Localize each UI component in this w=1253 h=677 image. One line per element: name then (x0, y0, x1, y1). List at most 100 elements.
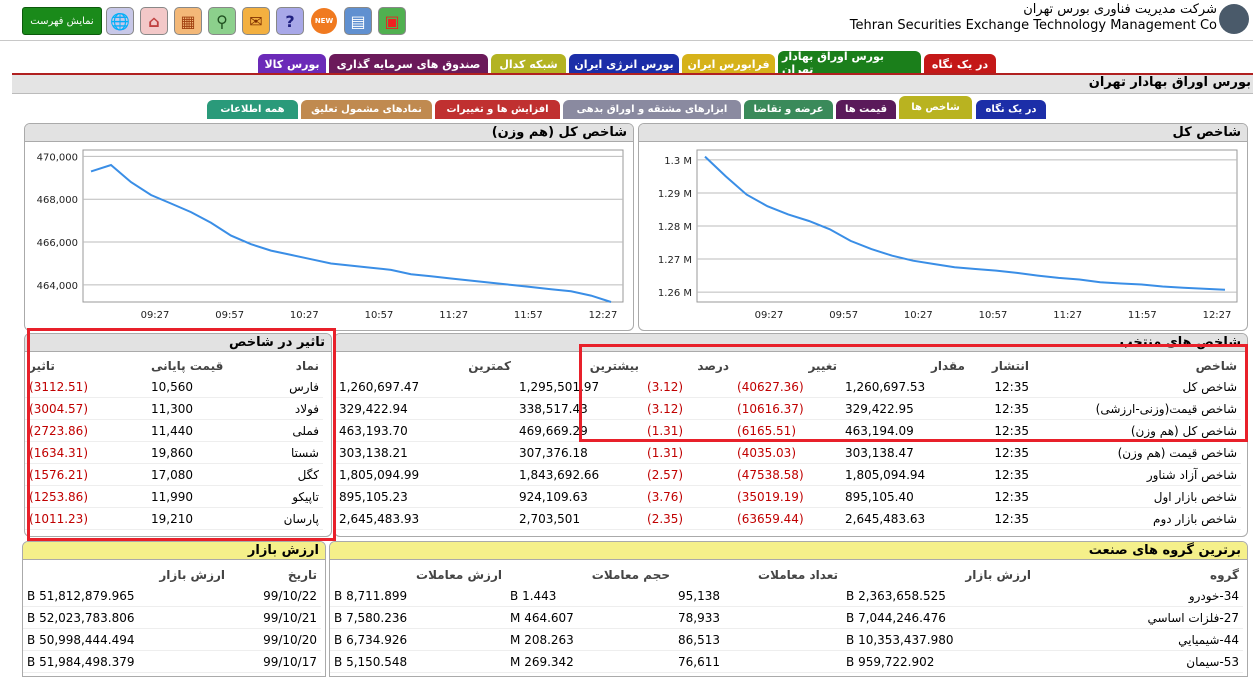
total-index-chart: 1.26 M 1.27 M 1.28 M 1.29 M 1.3 M 09:27 09:57 1… (658, 149, 1238, 321)
top-groups-panel: برترین گروه های صنعت گروه ارزش بازار تعد… (329, 541, 1248, 677)
group-market-value: 10,353,437.980 B (842, 628, 1035, 651)
index-low: 895,105.23 (335, 485, 515, 508)
y-tick-label: 1.28 M (658, 222, 692, 233)
group-market-value: 7,044,246.476 B (842, 606, 1035, 629)
new-badge: NEW (311, 8, 337, 34)
index-name: شاخص قیمت (هم وزن) (1033, 441, 1241, 464)
y-tick-label: 468,000 (37, 195, 78, 206)
index-row[interactable]: شاخص آزاد شناور 12:35 1,805,094.94 (47538.5… (335, 463, 1241, 486)
index-time: 12:35 (969, 507, 1033, 530)
tab-supply-demand[interactable]: عرضه و تقاضا (744, 100, 833, 119)
x-tick-label: 11:57 (514, 310, 543, 321)
index-percent: (2.35) (643, 507, 733, 530)
x-tick-label: 09:57 (215, 310, 244, 321)
col-total-value: ارزش بازار (159, 567, 225, 582)
search-icon[interactable]: ⚲ (208, 7, 236, 35)
grid-icon[interactable]: ▣ (378, 7, 406, 35)
market-value-row[interactable]: 99/10/22 51,812,879.965 B (23, 585, 321, 607)
group-volume: 464.607 M (506, 606, 674, 629)
group-row[interactable]: 27-فلزات اساسي 7,044,246.476 B 78,933 464.6… (330, 606, 1243, 629)
x-tick-label: 10:57 (979, 310, 1008, 321)
market-tab-commodity[interactable]: بورس کالا (258, 54, 326, 74)
tab-overview[interactable]: در یک نگاه (976, 100, 1046, 119)
market-value-amount: 52,023,783.806 B (23, 606, 229, 629)
group-name: 27-فلزات اساسي (1035, 606, 1243, 629)
table-icon[interactable]: ▦ (174, 7, 202, 35)
x-tick-label: 09:57 (829, 310, 858, 321)
index-value: 2,645,483.63 (841, 507, 969, 530)
market-value-panel: ارزش بازار تاریخ ارزش بازار 99/10/22 51,8… (22, 541, 326, 677)
company-name-fa: شرکت مدیریت فناوری بورس تهران (1023, 2, 1217, 17)
market-value-row[interactable]: 99/10/17 51,984,498.379 B (23, 650, 321, 673)
message-icon[interactable]: ✉ (242, 7, 270, 35)
col-market-value: ارزش بازار (965, 567, 1031, 582)
index-value: 1,805,094.94 (841, 463, 969, 486)
tab-prices[interactable]: قیمت ها (836, 100, 896, 119)
index-time: 12:35 (969, 441, 1033, 464)
market-value-row[interactable]: 99/10/20 50,998,444.494 B (23, 628, 321, 651)
tab-all-info[interactable]: همه اطلاعات (207, 100, 298, 119)
index-percent: (2.57) (643, 463, 733, 486)
page-title: بورس اوراق بهادار تهران (1088, 75, 1251, 90)
market-value-row[interactable]: 99/10/21 52,023,783.806 B (23, 606, 321, 629)
market-tab-ifb[interactable]: فرابورس ایران (682, 54, 775, 74)
index-high: 307,376.18 (515, 441, 643, 464)
globe-icon[interactable]: 🌐 (106, 7, 134, 35)
company-name: شرکت مدیریت فناوری بورس تهران Tehran Sec… (850, 2, 1217, 34)
y-tick-label: 1.27 M (658, 255, 692, 266)
top-groups-title: برترین گروه های صنعت (330, 542, 1247, 560)
y-tick-label: 470,000 (37, 152, 78, 163)
group-volume: 1.443 B (506, 585, 674, 607)
index-value: 303,138.47 (841, 441, 969, 464)
market-tab-codal[interactable]: شبکه کدال (491, 54, 566, 74)
x-tick-label: 09:27 (755, 310, 784, 321)
index-high: 924,109.63 (515, 485, 643, 508)
market-tab-tse[interactable]: بورس اوراق بهادار تهران (778, 50, 921, 76)
col-trade-value: ارزش معاملات (416, 567, 502, 582)
index-change: (4035.03) (733, 441, 841, 464)
group-market-value: 2,363,658.525 B (842, 585, 1035, 607)
x-tick-label: 12:27 (1203, 310, 1232, 321)
index-value: 895,105.40 (841, 485, 969, 508)
tab-suspended[interactable]: نمادهای مشمول تعلیق (301, 100, 432, 119)
market-tab-overview[interactable]: در یک نگاه (924, 54, 996, 74)
group-market-value: 959,722.902 B (842, 650, 1035, 673)
col-group: گروه (1210, 567, 1239, 582)
group-trade-value: 8,711.899 B (330, 585, 506, 607)
index-low: 2,645,483.93 (335, 507, 515, 530)
x-tick-label: 11:27 (1053, 310, 1082, 321)
index-low: 329,422.94 (335, 397, 515, 420)
group-row[interactable]: 44-شيميايي 10,353,437.980 B 86,513 208.263 … (330, 628, 1243, 651)
x-tick-label: 10:27 (904, 310, 933, 321)
group-count: 95,138 (674, 585, 842, 607)
index-time: 12:35 (969, 463, 1033, 486)
tab-changes[interactable]: افزایش ها و تغییرات (435, 100, 560, 119)
home-icon[interactable]: ⌂ (140, 7, 168, 35)
market-value-date: 99/10/17 (229, 650, 321, 673)
index-name: شاخص بازار دوم (1033, 507, 1241, 530)
group-count: 76,611 (674, 650, 842, 673)
index-row[interactable]: شاخص قیمت (هم وزن) 12:35 303,138.47 (4035.0… (335, 441, 1241, 464)
y-tick-label: 1.29 M (658, 189, 692, 200)
group-row[interactable]: 34-خودرو 2,363,658.525 B 95,138 1.443 B 8,71… (330, 585, 1243, 607)
help-icon[interactable]: ? (276, 7, 304, 35)
page-header: بورس اوراق بهادار تهران (12, 73, 1253, 94)
market-tab-funds[interactable]: صندوق های سرمایه گذاری (329, 54, 488, 74)
tab-indices[interactable]: شاخص ها (899, 96, 972, 119)
new-badge-icon[interactable]: NEW (310, 7, 338, 35)
index-row[interactable]: شاخص بازار اول 12:35 895,105.40 (35019.19)(… (335, 485, 1241, 508)
index-time: 12:35 (969, 485, 1033, 508)
market-tab-energy[interactable]: بورس انرژی ایران (569, 54, 679, 74)
x-tick-label: 10:27 (290, 310, 319, 321)
group-row[interactable]: 53-سيمان 959,722.902 B 76,611 269.342 M 5,15… (330, 650, 1243, 673)
market-value-amount: 51,812,879.965 B (23, 585, 229, 607)
index-low: 1,805,094.99 (335, 463, 515, 486)
show-list-button[interactable]: نمایش فهرست (22, 7, 102, 35)
index-percent: (3.76) (643, 485, 733, 508)
group-volume: 269.342 M (506, 650, 674, 673)
group-volume: 208.263 M (506, 628, 674, 651)
report-icon[interactable]: ▤ (344, 7, 372, 35)
index-row[interactable]: شاخص بازار دوم 12:35 2,645,483.63 (63659.44… (335, 507, 1241, 530)
top-groups-table: گروه ارزش بازار تعداد معاملات حجم معاملا… (330, 564, 1243, 673)
tab-derivatives[interactable]: ابزارهای مشتقه و اوراق بدهی (563, 100, 741, 119)
